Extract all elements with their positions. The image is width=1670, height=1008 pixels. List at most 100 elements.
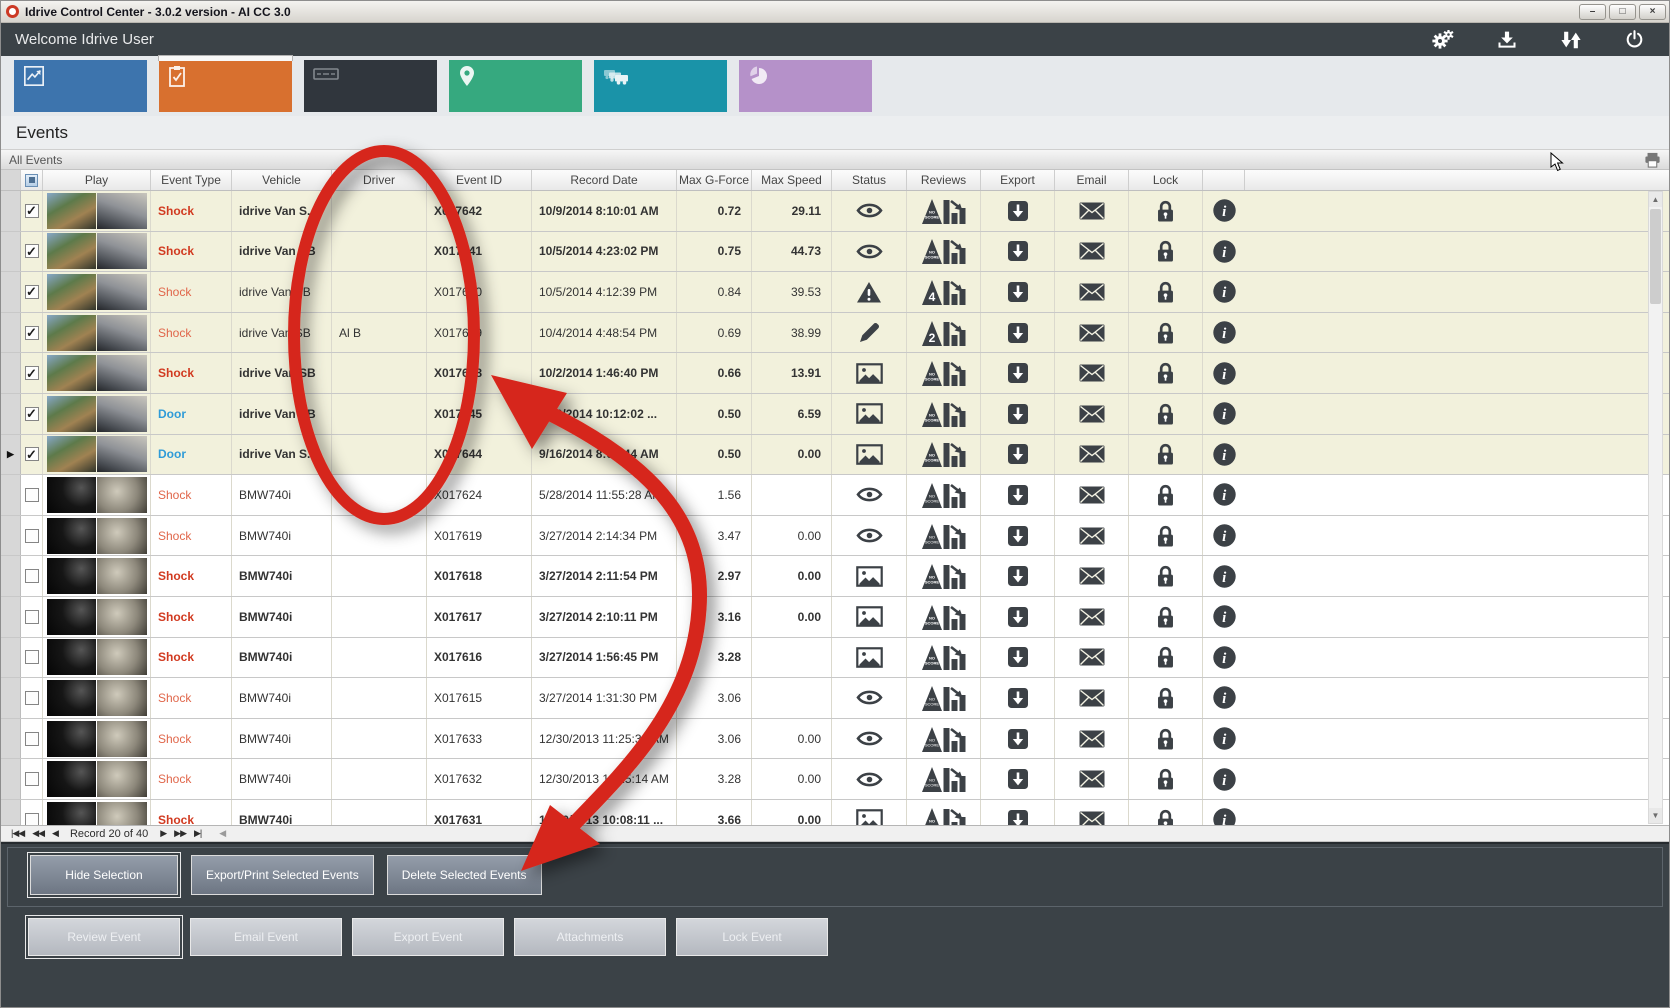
- hide-selection-button[interactable]: Hide Selection: [30, 855, 178, 895]
- delete-selected-events-button[interactable]: Delete Selected Events: [387, 855, 542, 895]
- event-video-thumbnail[interactable]: [47, 233, 147, 269]
- email-icon[interactable]: [1079, 567, 1105, 585]
- minimize-button[interactable]: –: [1579, 4, 1606, 20]
- review-score-icon[interactable]: NO SCORE: [921, 764, 967, 794]
- header-action-settings[interactable]: [1432, 30, 1461, 50]
- column-header-email[interactable]: Email: [1055, 170, 1129, 190]
- export-icon[interactable]: [1006, 321, 1030, 345]
- email-icon[interactable]: [1079, 811, 1105, 825]
- event-video-thumbnail[interactable]: [47, 558, 147, 594]
- lock-icon[interactable]: [1154, 361, 1177, 385]
- column-header-record-date[interactable]: Record Date: [532, 170, 677, 190]
- header-action-transfer-activities[interactable]: [1560, 29, 1589, 51]
- export-icon[interactable]: [1006, 645, 1030, 669]
- export-icon[interactable]: [1006, 767, 1030, 791]
- email-icon[interactable]: [1079, 242, 1105, 260]
- review-score-icon[interactable]: NO SCORE: [921, 439, 967, 469]
- export-event-button[interactable]: Export Event: [352, 918, 504, 956]
- row-checkbox[interactable]: [25, 732, 39, 746]
- export-icon[interactable]: [1006, 808, 1030, 825]
- row-checkbox[interactable]: ✓: [25, 366, 39, 380]
- lock-icon[interactable]: [1154, 321, 1177, 345]
- row-checkbox[interactable]: ✓: [25, 326, 39, 340]
- info-icon[interactable]: i: [1212, 767, 1237, 792]
- column-header-indicator[interactable]: [1, 170, 21, 190]
- column-header-event-type[interactable]: Event Type: [151, 170, 232, 190]
- event-video-thumbnail[interactable]: [47, 436, 147, 472]
- select-all-checkbox[interactable]: [25, 174, 38, 187]
- review-event-button[interactable]: Review Event: [28, 918, 180, 956]
- event-video-thumbnail[interactable]: [47, 274, 147, 310]
- email-icon[interactable]: [1079, 202, 1105, 220]
- export-icon[interactable]: [1006, 239, 1030, 263]
- row-checkbox[interactable]: [25, 772, 39, 786]
- row-checkbox[interactable]: ✓: [25, 407, 39, 421]
- pager-scroll-left-icon[interactable]: ◀: [219, 828, 225, 839]
- attachments-button[interactable]: Attachments: [514, 918, 666, 956]
- close-button[interactable]: ×: [1639, 4, 1666, 20]
- info-icon[interactable]: i: [1212, 645, 1237, 670]
- event-video-thumbnail[interactable]: [47, 477, 147, 513]
- lock-icon[interactable]: [1154, 442, 1177, 466]
- info-icon[interactable]: i: [1212, 198, 1237, 223]
- info-icon[interactable]: i: [1212, 361, 1237, 386]
- tab-dvr[interactable]: [304, 60, 437, 112]
- lock-icon[interactable]: [1154, 402, 1177, 426]
- info-icon[interactable]: i: [1212, 239, 1237, 264]
- row-checkbox[interactable]: [25, 691, 39, 705]
- review-score-icon[interactable]: NO SCORE: [921, 480, 967, 510]
- event-video-thumbnail[interactable]: [47, 518, 147, 554]
- export-icon[interactable]: [1006, 402, 1030, 426]
- column-header-select[interactable]: [21, 170, 43, 190]
- tab-gps[interactable]: [449, 60, 582, 112]
- scroll-up-icon[interactable]: ▲: [1649, 192, 1662, 207]
- column-header-event-id[interactable]: Event ID: [427, 170, 532, 190]
- lock-icon[interactable]: [1154, 727, 1177, 751]
- row-checkbox[interactable]: [25, 813, 39, 825]
- event-video-thumbnail[interactable]: [47, 315, 147, 351]
- event-video-thumbnail[interactable]: [47, 802, 147, 825]
- export-icon[interactable]: [1006, 361, 1030, 385]
- review-score-icon[interactable]: NO SCORE: [921, 521, 967, 551]
- column-header-vehicle[interactable]: Vehicle: [232, 170, 332, 190]
- info-icon[interactable]: i: [1212, 320, 1237, 345]
- pager-prev-button[interactable]: ◀: [52, 828, 58, 839]
- lock-icon[interactable]: [1154, 767, 1177, 791]
- review-score-icon[interactable]: NO SCORE: [921, 236, 967, 266]
- vertical-scrollbar[interactable]: ▲ ▼: [1648, 191, 1663, 824]
- lock-icon[interactable]: [1154, 605, 1177, 629]
- review-score-icon[interactable]: NO SCORE: [921, 399, 967, 429]
- event-video-thumbnail[interactable]: [47, 639, 147, 675]
- export-icon[interactable]: [1006, 483, 1030, 507]
- tab-fleet-manager[interactable]: [594, 60, 727, 112]
- tab-events-reviews[interactable]: [159, 60, 292, 112]
- print-grid-icon[interactable]: [1644, 152, 1661, 168]
- lock-event-button[interactable]: Lock Event: [676, 918, 828, 956]
- lock-icon[interactable]: [1154, 483, 1177, 507]
- row-checkbox[interactable]: [25, 569, 39, 583]
- info-icon[interactable]: i: [1212, 482, 1237, 507]
- export-icon[interactable]: [1006, 605, 1030, 629]
- review-score-icon[interactable]: NO SCORE: [921, 683, 967, 713]
- email-icon[interactable]: [1079, 364, 1105, 382]
- info-icon[interactable]: i: [1212, 401, 1237, 426]
- event-video-thumbnail[interactable]: [47, 355, 147, 391]
- export-icon[interactable]: [1006, 199, 1030, 223]
- export-icon[interactable]: [1006, 524, 1030, 548]
- export-icon[interactable]: [1006, 727, 1030, 751]
- column-header-lock[interactable]: Lock: [1129, 170, 1203, 190]
- review-score-icon[interactable]: 4: [921, 277, 967, 307]
- column-header-max-g-force[interactable]: Max G-Force: [677, 170, 752, 190]
- info-icon[interactable]: i: [1212, 442, 1237, 467]
- row-checkbox[interactable]: ✓: [25, 244, 39, 258]
- lock-icon[interactable]: [1154, 686, 1177, 710]
- pager-first-button[interactable]: |◀◀: [11, 828, 24, 839]
- column-header-export[interactable]: Export: [981, 170, 1055, 190]
- lock-icon[interactable]: [1154, 524, 1177, 548]
- row-checkbox[interactable]: [25, 650, 39, 664]
- export-icon[interactable]: [1006, 442, 1030, 466]
- pager-next-button[interactable]: ▶: [160, 828, 166, 839]
- column-header-driver[interactable]: Driver: [332, 170, 427, 190]
- event-video-thumbnail[interactable]: [47, 680, 147, 716]
- maximize-button[interactable]: □: [1609, 4, 1636, 20]
